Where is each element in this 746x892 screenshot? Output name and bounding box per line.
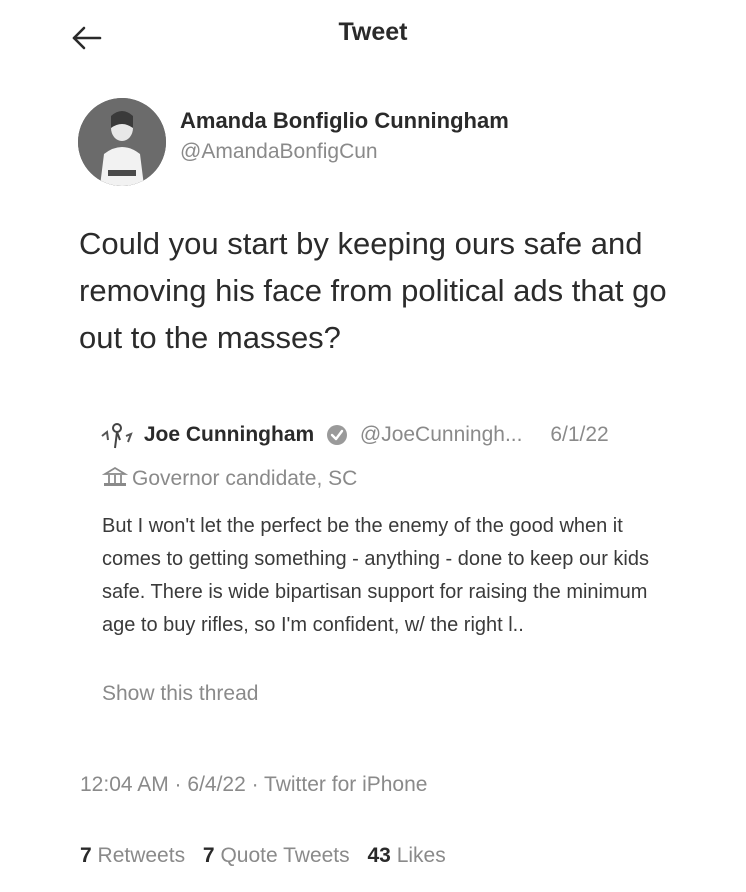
tweet-author: Amanda Bonfiglio Cunningham @AmandaBonfi… [78, 98, 678, 188]
verified-badge-icon [326, 424, 348, 446]
page-title: Tweet [338, 18, 408, 46]
government-building-icon [101, 466, 129, 488]
tweet-timestamp: 12:04 AM · 6/4/22 · Twitter for iPhone [80, 773, 428, 796]
quoted-author-name[interactable]: Joe Cunningham [144, 423, 314, 446]
quote-tweets-stat[interactable]: 7 Quote Tweets [203, 844, 350, 867]
retweets-stat[interactable]: 7 Retweets [80, 844, 185, 867]
retweets-count: 7 [80, 844, 92, 867]
likes-label: Likes [396, 844, 446, 867]
author-handle[interactable]: @AmandaBonfigCun [180, 140, 378, 164]
government-label: Governor candidate, SC [101, 466, 358, 491]
quoted-tweet-text: But I won't let the perfect be the enemy… [102, 515, 649, 636]
quoted-avatar-icon [98, 420, 136, 450]
quoted-tweet[interactable]: Joe Cunningham @JoeCunningh... 6/1/22 Go… [98, 420, 678, 720]
top-bar: Tweet [0, 0, 746, 70]
likes-count: 43 [367, 844, 391, 867]
quoted-author-handle[interactable]: @JoeCunningh... [360, 423, 523, 446]
avatar[interactable] [78, 98, 166, 186]
likes-stat[interactable]: 43 Likes [368, 844, 446, 867]
tweet-stats: 7 Retweets 7 Quote Tweets 43 Likes [80, 844, 458, 868]
show-thread-link[interactable]: Show this thread [102, 682, 258, 706]
quoted-tweet-header: Joe Cunningham @JoeCunningh... 6/1/22 [98, 420, 609, 454]
government-label-text: Governor candidate, SC [132, 467, 358, 490]
tweet-text: Could you start by keeping ours safe and… [79, 226, 667, 355]
retweets-label: Retweets [97, 844, 186, 867]
quote-tweets-label: Quote Tweets [220, 844, 350, 867]
author-name[interactable]: Amanda Bonfiglio Cunningham [180, 108, 509, 134]
quoted-tweet-date: 6/1/22 [550, 423, 609, 446]
quote-tweets-count: 7 [202, 844, 215, 867]
